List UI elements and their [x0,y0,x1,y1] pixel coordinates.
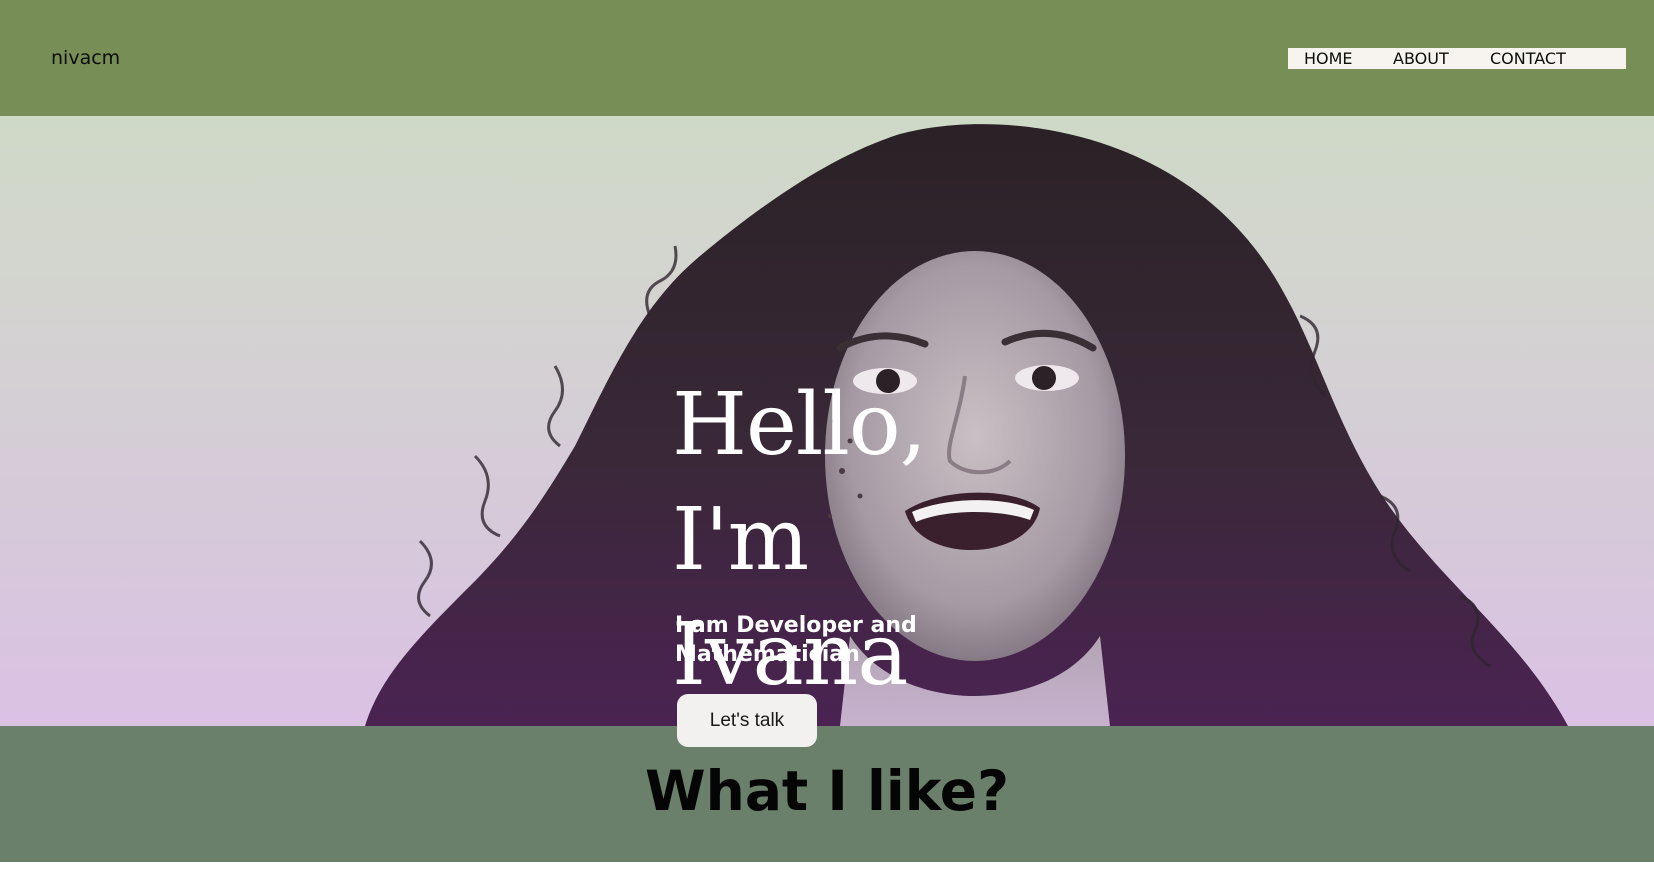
hero-greeting-line-1: Hello, [672,375,927,475]
hero-subtitle: I am Developer and Mathematician [675,613,917,667]
main-nav: HOME ABOUT CONTACT [1288,48,1626,69]
nav-home-link[interactable]: HOME [1304,49,1353,68]
top-header: nivacm HOME ABOUT CONTACT [0,0,1654,116]
hero-greeting-line-2: I'm [672,490,809,590]
brand-logo-text[interactable]: nivacm [51,47,120,69]
section-title: What I like? [645,759,1009,823]
lets-talk-button[interactable]: Let's talk [677,694,817,747]
nav-contact-link[interactable]: CONTACT [1490,49,1566,68]
nav-about-link[interactable]: ABOUT [1393,49,1449,68]
